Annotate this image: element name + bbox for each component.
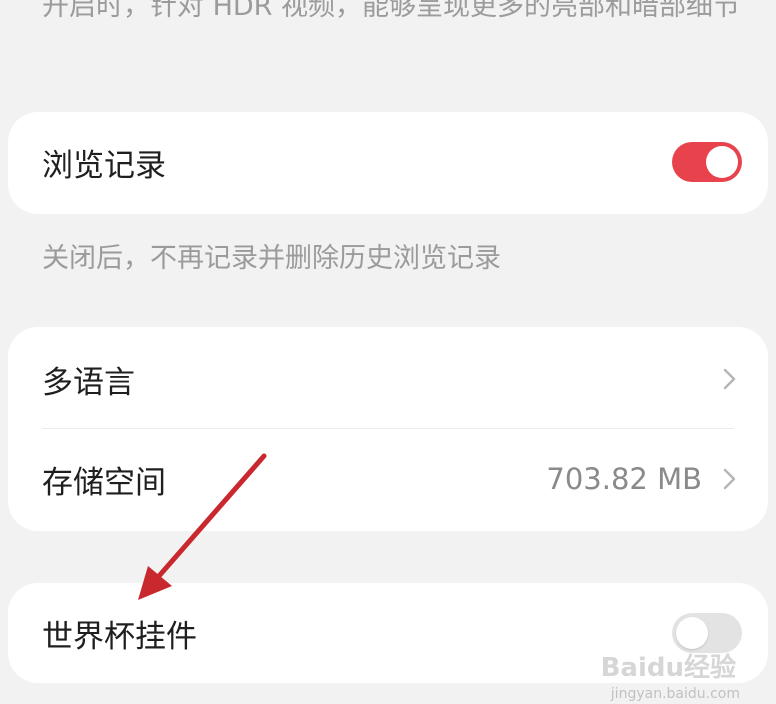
watermark-url: jingyan.baidu.com [610,686,740,702]
annotation-arrow-icon [138,453,267,600]
watermark-logo: Baidu经验 [600,653,736,683]
